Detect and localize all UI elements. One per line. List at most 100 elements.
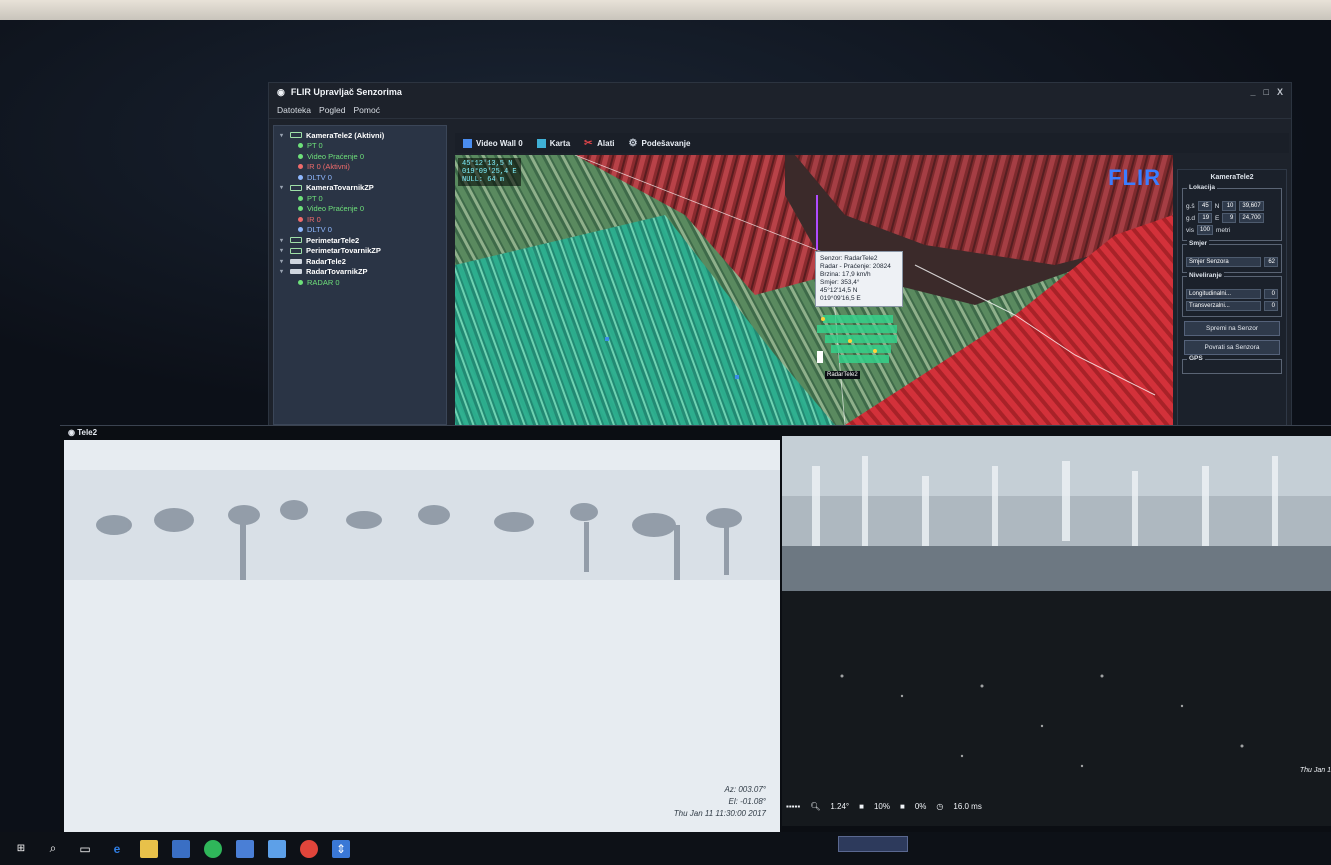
- map-icon: [536, 138, 546, 148]
- tree-sensor-node[interactable]: ▾ PerimetarTele2: [280, 235, 440, 246]
- minimize-button[interactable]: _: [1251, 87, 1256, 97]
- tree-sensor-node[interactable]: ▾ PerimetarTovarnikZP: [280, 246, 440, 257]
- altitude-field[interactable]: 100: [1196, 225, 1213, 235]
- transverse-field[interactable]: 0: [1264, 301, 1278, 311]
- map-imagery: [455, 155, 1173, 425]
- gps-group: GPS: [1182, 355, 1282, 374]
- edge-icon[interactable]: e: [108, 840, 126, 858]
- tree-node-label: PT 0: [307, 193, 323, 203]
- subsensor-icon: [298, 164, 303, 170]
- record-icon[interactable]: ■: [900, 802, 905, 811]
- tab-video-wall[interactable]: Video Wall 0: [463, 138, 523, 148]
- tab-alati[interactable]: ✂ Alati: [584, 138, 614, 148]
- expand-arrow-icon[interactable]: ▾: [280, 268, 286, 275]
- chrome-icon[interactable]: [300, 839, 318, 858]
- restore-from-sensor-button[interactable]: Povrati sa Senzora: [1184, 340, 1280, 355]
- save-to-sensor-button[interactable]: Spremi na Senzor: [1184, 321, 1280, 336]
- maximize-button[interactable]: □: [1264, 87, 1269, 97]
- percent-readout: 10%: [873, 801, 890, 811]
- coord-lon: 019°09'25,4 E: [462, 168, 517, 176]
- tab-label: Karta: [549, 138, 571, 148]
- tree-subsensor-node[interactable]: Video Praćenje 0: [280, 151, 440, 162]
- radar-map-label[interactable]: RadarTele2: [825, 371, 860, 379]
- tree-subsensor-node[interactable]: IR 0: [280, 214, 440, 225]
- folder-icon[interactable]: [140, 839, 158, 858]
- panel-title: KameraTele2: [1210, 174, 1254, 181]
- tree-node-label: RadarTele2: [306, 256, 346, 266]
- flir-logo: FLIR: [1108, 165, 1161, 190]
- save-app-icon[interactable]: [236, 839, 254, 858]
- tree-node-label: PerimetarTele2: [306, 235, 360, 245]
- expand-arrow-icon[interactable]: ▾: [280, 258, 286, 265]
- tree-sensor-node[interactable]: ▾ KameraTovarnikZP: [280, 183, 440, 194]
- tree-node-label: RadarTovarnikZP: [306, 267, 368, 277]
- lon-sec-field[interactable]: 24,700: [1239, 213, 1264, 223]
- task-view-icon[interactable]: ▭: [76, 840, 94, 858]
- tree-subsensor-node[interactable]: PT 0: [280, 193, 440, 204]
- video-app-icon: ◉: [68, 428, 78, 437]
- daylight-camera-feed[interactable]: Az: 003.07° El: -01.08° Thu Jan 11 11:30…: [64, 440, 780, 834]
- tooltip-line: Radar - Praćenje: 20824: [820, 263, 891, 270]
- tree-subsensor-node[interactable]: DLTV 0: [280, 172, 440, 183]
- tree-sensor-node[interactable]: ▾ KameraTele2 (Aktivni): [280, 130, 440, 141]
- map-view[interactable]: 45°12'13,5 N 019°09'25,4 E NULL: 64 m FL…: [455, 155, 1173, 425]
- camera-icon: [290, 132, 302, 139]
- coord-lat: 45°12'13,5 N: [462, 160, 513, 168]
- expand-arrow-icon[interactable]: ▾: [280, 237, 286, 244]
- green-app-icon[interactable]: [204, 839, 222, 858]
- thermal-toolbar: ▪▪▪▪▪ 🔍︎ 1.24° ■ 10% ■ 0% ◷ 16.0 ms: [786, 800, 982, 812]
- tab-podesavanje[interactable]: ⚙ Podešavanje: [628, 137, 690, 149]
- sensor-heading-field[interactable]: 62: [1264, 257, 1278, 267]
- tree-subsensor-node[interactable]: IR 0 (Aktivni): [280, 162, 440, 173]
- azimuth: Az: 003.07°: [724, 785, 766, 794]
- subsensor-icon: [298, 174, 303, 180]
- track-tooltip: Senzor: RadarTele2 Radar - Praćenje: 208…: [815, 251, 903, 307]
- expand-arrow-icon[interactable]: ▾: [280, 247, 286, 254]
- lon-deg-field[interactable]: 19: [1198, 213, 1213, 223]
- network-app-icon[interactable]: [268, 839, 286, 858]
- subsensor-icon: [298, 216, 303, 222]
- tree-subsensor-node[interactable]: RADAR 0: [280, 277, 440, 288]
- video-title-text: Tele2: [77, 428, 98, 437]
- start-icon[interactable]: ⊞: [12, 840, 30, 858]
- search-icon[interactable]: ⌕: [44, 840, 62, 858]
- location-group: Lokacija g.š 45 N 10 39,607 g.d 19 E 9 2…: [1182, 184, 1282, 241]
- flir-app-icon[interactable]: ⇕: [332, 839, 350, 858]
- percent2-readout: 0%: [914, 801, 927, 811]
- altitude-row: vis 100 metri: [1186, 225, 1278, 235]
- tree-sensor-node[interactable]: ▾ RadarTovarnikZP: [280, 267, 440, 278]
- tree-node-label: PT 0: [307, 141, 323, 151]
- menu-datoteka[interactable]: Datoteka: [277, 105, 311, 115]
- tree-subsensor-node[interactable]: DLTV 0: [280, 225, 440, 236]
- tab-label: Video Wall 0: [476, 138, 523, 148]
- longitudinal-field[interactable]: 0: [1264, 289, 1278, 299]
- tree-subsensor-node[interactable]: Video Praćenje 0: [280, 204, 440, 215]
- sensor-tree: ▾ KameraTele2 (Aktivni) PT 0 Video Praćenje…: [273, 125, 447, 425]
- lat-sec-field[interactable]: 39,607: [1239, 201, 1264, 211]
- window-title: FLIR Upravljač Senzorima: [290, 87, 402, 97]
- expand-arrow-icon[interactable]: ▾: [280, 184, 286, 191]
- tree-subsensor-node[interactable]: PT 0: [280, 141, 440, 152]
- film-icon[interactable]: ■: [859, 802, 864, 811]
- menu-pogled[interactable]: Pogled: [319, 105, 345, 115]
- subsensor-icon: [298, 143, 303, 149]
- zoom-icon[interactable]: 🔍︎: [810, 802, 820, 811]
- settings-icon: ⚙: [628, 137, 638, 149]
- tree-sensor-node[interactable]: ▾ RadarTele2: [280, 256, 440, 267]
- lat-deg-field[interactable]: 45: [1197, 201, 1212, 211]
- lon-min-field[interactable]: 9: [1222, 213, 1237, 223]
- menu-pomoc[interactable]: Pomoć: [354, 105, 380, 115]
- taskbar: ⊞ ⌕ ▭ e ⇕: [0, 832, 1331, 865]
- tree-node-label: DLTV 0: [307, 172, 332, 182]
- tree-node-label: IR 0 (Aktivni): [307, 162, 350, 172]
- flir-app-window: ◉ FLIR Upravljač Senzorima _ □ X Datotek…: [268, 82, 1292, 427]
- window-controls: _ □ X: [1251, 87, 1283, 97]
- thermal-camera-feed[interactable]: Thu Jan 1 ▪▪▪▪▪ 🔍︎ 1.24° ■ 10% ■ 0% ◷ 16…: [782, 436, 1331, 826]
- lat-min-field[interactable]: 10: [1222, 201, 1237, 211]
- close-button[interactable]: X: [1277, 87, 1283, 97]
- lat-label: g.š: [1186, 202, 1195, 210]
- store-icon[interactable]: [172, 839, 190, 858]
- expand-arrow-icon[interactable]: ▾: [280, 132, 286, 139]
- transverse-row: Transverzalni... 0: [1186, 301, 1278, 311]
- tab-karta[interactable]: Karta: [536, 138, 571, 148]
